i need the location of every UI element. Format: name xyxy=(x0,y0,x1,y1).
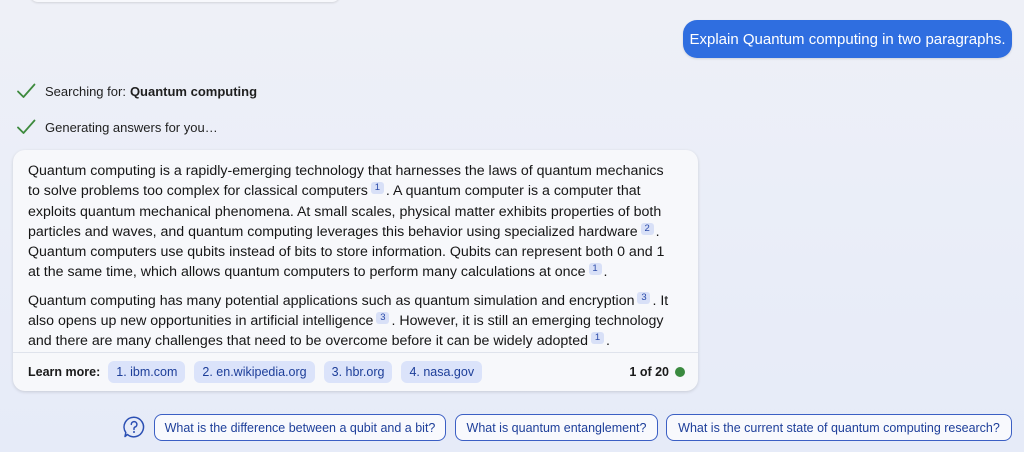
searching-status: Searching for: Quantum computing xyxy=(16,81,257,101)
status-dot-icon xyxy=(675,367,685,377)
checkmark-icon xyxy=(17,83,36,98)
generating-status: Generating answers for you… xyxy=(16,117,218,137)
suggestion-chip-entanglement[interactable]: What is quantum entanglement? xyxy=(455,414,658,441)
user-message-bubble: Explain Quantum computing in two paragra… xyxy=(683,20,1012,58)
suggestion-chip-research-state[interactable]: What is the current state of quantum com… xyxy=(666,414,1012,441)
source-link-wikipedia[interactable]: 2. en.wikipedia.org xyxy=(194,361,315,383)
source-link-nasa[interactable]: 4. nasa.gov xyxy=(401,361,483,383)
citation-marker[interactable]: 2 xyxy=(640,222,654,235)
suggestions-row: What is the difference between a qubit a… xyxy=(122,414,1012,441)
source-link-ibm[interactable]: 1. ibm.com xyxy=(108,361,186,383)
citation-marker[interactable]: 1 xyxy=(588,263,602,276)
answer-text: . xyxy=(605,333,610,350)
suggestion-chip-qubit-vs-bit[interactable]: What is the difference between a qubit a… xyxy=(154,414,446,441)
citation-marker[interactable]: 1 xyxy=(370,182,384,195)
answer-text: . xyxy=(603,264,608,281)
response-counter-text: 1 of 20 xyxy=(629,365,669,379)
searching-label: Searching for: xyxy=(45,83,126,99)
answer-paragraph-2: Quantum computing has many potential app… xyxy=(28,291,678,352)
user-message-text: Explain Quantum computing in two paragra… xyxy=(689,30,1006,48)
answer-card: Quantum computing is a rapidly-emerging … xyxy=(13,150,698,391)
citation-marker[interactable]: 3 xyxy=(637,291,651,304)
learn-more-bar: Learn more: 1. ibm.com 2. en.wikipedia.o… xyxy=(13,352,698,391)
checkmark-icon xyxy=(17,119,36,134)
source-link-hbr[interactable]: 3. hbr.org xyxy=(323,361,393,383)
question-help-icon[interactable] xyxy=(122,415,146,439)
generating-label: Generating answers for you… xyxy=(45,119,218,135)
searching-query: Quantum computing xyxy=(129,83,258,99)
response-counter: 1 of 20 xyxy=(629,365,685,379)
citation-marker[interactable]: 3 xyxy=(376,312,390,325)
answer-paragraph-1: Quantum computing is a rapidly-emerging … xyxy=(28,161,678,283)
learn-more-label: Learn more: xyxy=(28,365,101,379)
citation-marker[interactable]: 1 xyxy=(590,332,604,345)
previous-panel-edge xyxy=(30,0,340,2)
answer-body: Quantum computing is a rapidly-emerging … xyxy=(13,150,698,352)
answer-text: Quantum computing has many potential app… xyxy=(28,292,635,309)
